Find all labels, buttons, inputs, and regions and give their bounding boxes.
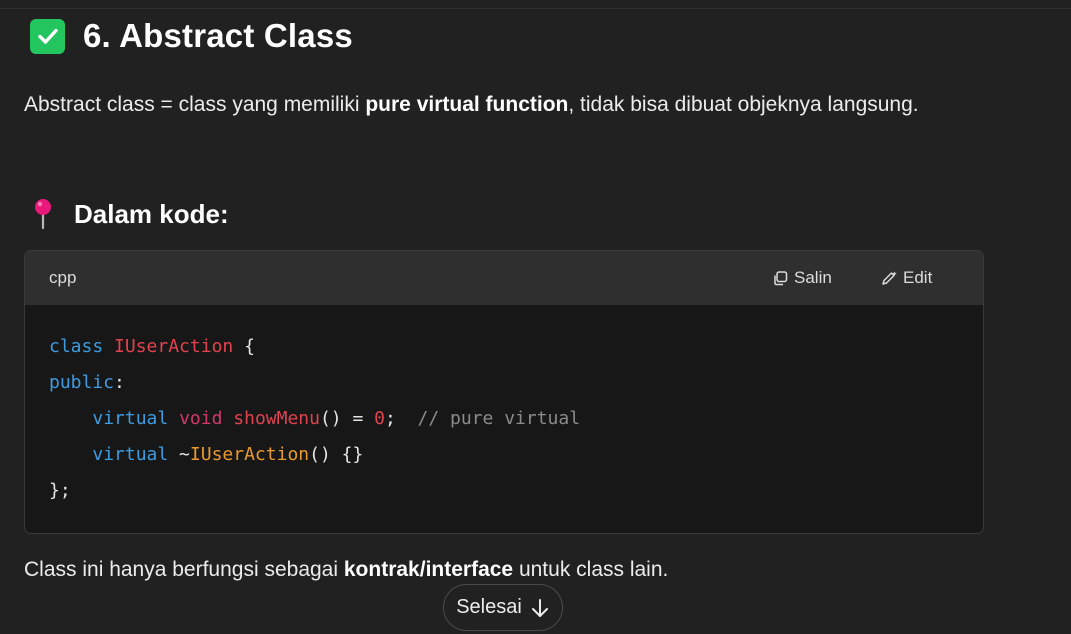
check-box-icon [30, 18, 65, 54]
pushpin-icon [32, 198, 54, 230]
chat-response: 6. Abstract Class Abstract class = class… [0, 0, 1071, 634]
intro-text: Abstract class = class yang memiliki [24, 93, 366, 116]
done-button[interactable]: Selesai [443, 584, 563, 631]
done-label: Selesai [456, 596, 522, 618]
code-content[interactable]: class IUserAction { public: virtual void… [49, 329, 580, 509]
arrow-down-icon [531, 598, 548, 617]
subsection-title: Dalam kode: [74, 198, 229, 229]
intro-bold-text: pure virtual function [365, 93, 569, 116]
code-line: virtual ~IUserAction() {} [92, 444, 364, 465]
section-heading: 6. Abstract Class [30, 16, 353, 56]
code-language: cpp [49, 268, 77, 287]
outro-text: Class ini hanya berfungsi sebagai [24, 558, 344, 581]
intro-text-end: , tidak bisa dibuat objeknya langsung. [568, 93, 919, 116]
edit-button[interactable]: Edit [880, 268, 932, 288]
code-line: public: [49, 372, 125, 393]
section-title: 6. Abstract Class [83, 17, 353, 54]
code-line: virtual void showMenu() = 0; // pure vir… [92, 408, 581, 429]
code-header: cpp Salin Edit [25, 251, 983, 305]
copy-button[interactable]: Salin [772, 268, 832, 288]
edit-label: Edit [903, 268, 933, 287]
pencil-icon [882, 271, 897, 285]
outro-text-end: untuk class lain. [513, 558, 669, 581]
copy-icon [774, 270, 788, 285]
code-block: cpp Salin Edit class IUserAction { publi… [24, 250, 984, 534]
intro-paragraph: Abstract class = class yang memiliki pur… [24, 83, 984, 127]
outro-bold-text: kontrak/interface [343, 558, 514, 581]
code-line: class IUserAction { [49, 336, 255, 357]
divider [0, 8, 1071, 9]
copy-label: Salin [794, 268, 832, 287]
subsection-heading: Dalam kode: [32, 196, 229, 232]
code-line: }; [49, 480, 71, 501]
